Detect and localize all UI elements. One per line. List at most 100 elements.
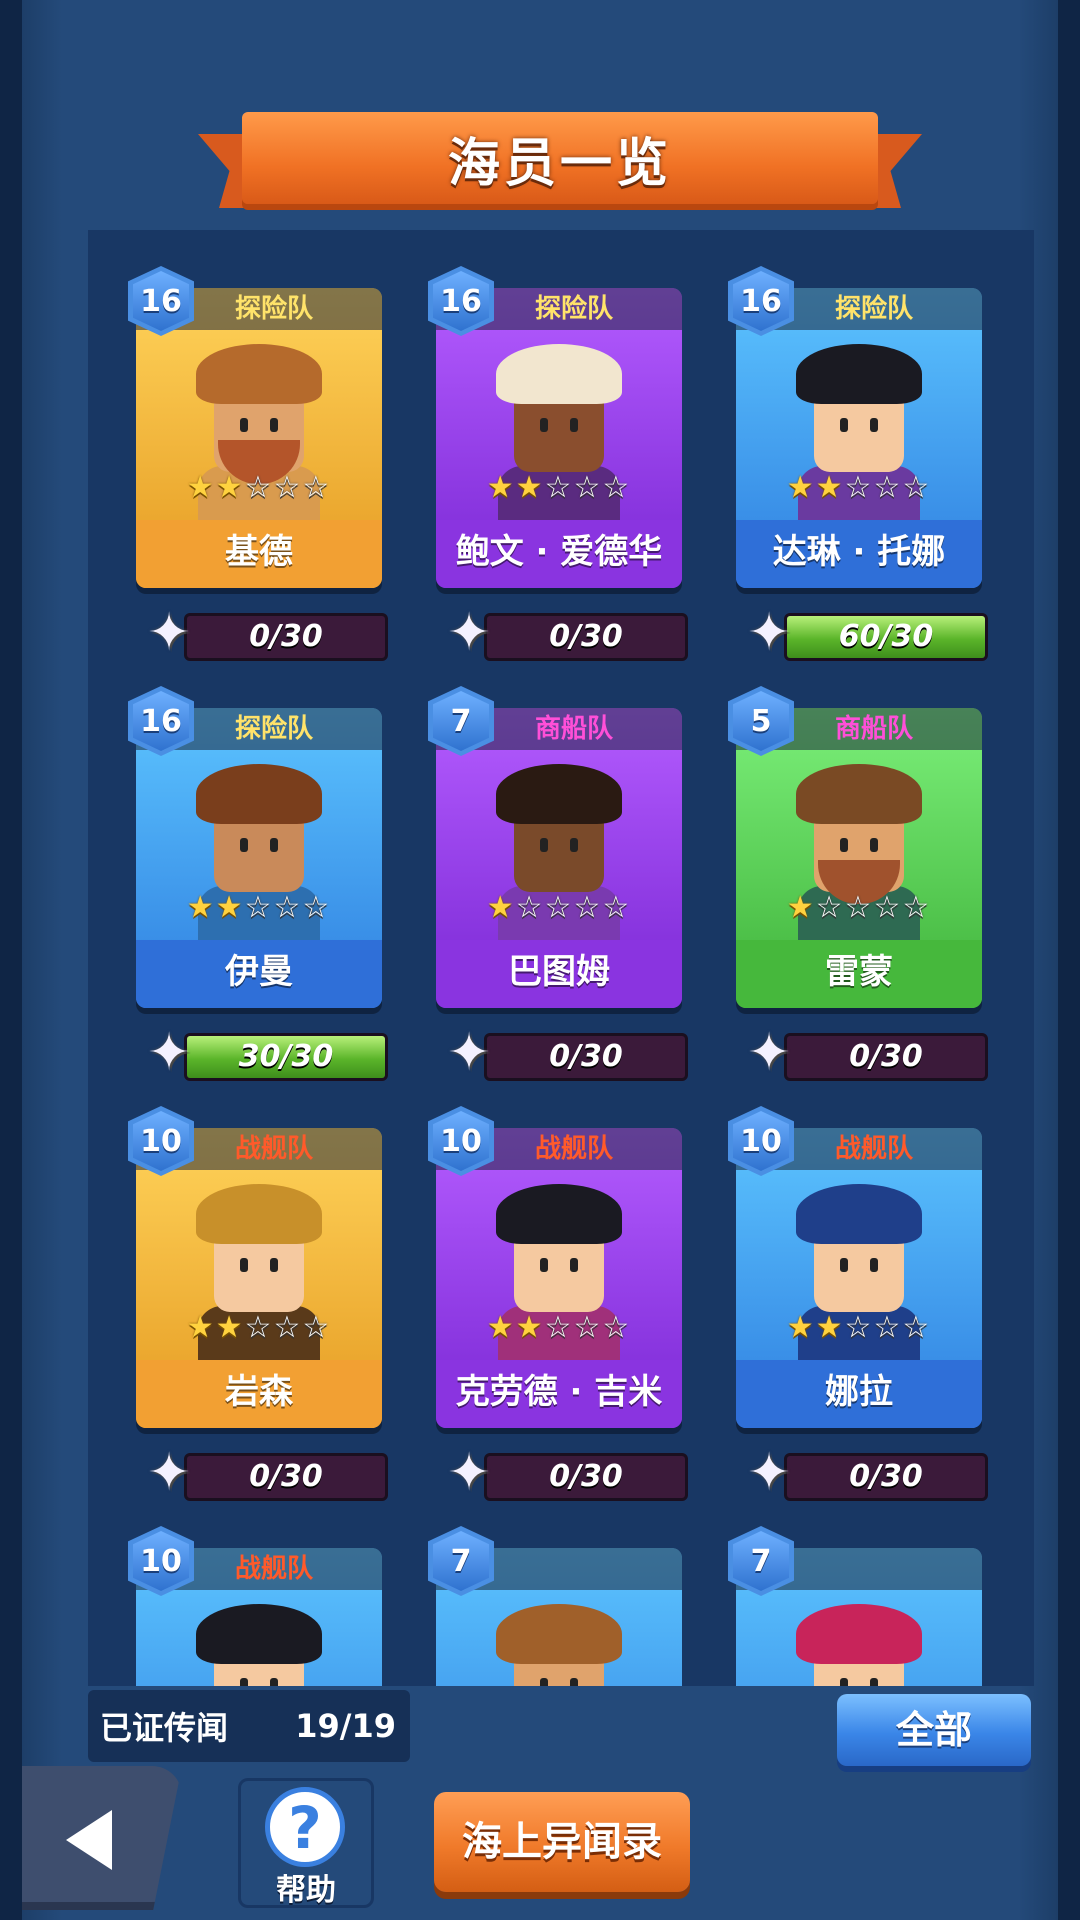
portrait-eye	[540, 418, 548, 432]
portrait-eye	[270, 1258, 278, 1272]
star-icon: ☆	[244, 1310, 274, 1345]
portrait-eye	[240, 1678, 248, 1686]
star-icon: ★	[815, 1310, 845, 1345]
portrait-eye	[270, 1678, 278, 1686]
crew-card[interactable]: 商船队 ★☆☆☆☆ 雷蒙 5 0/30 ✦	[728, 686, 988, 1108]
star-icon: ★	[815, 470, 845, 505]
puzzle-piece-icon: ✦	[147, 603, 191, 663]
help-label: 帮助	[276, 1873, 336, 1908]
help-button[interactable]: ? 帮助	[238, 1778, 374, 1908]
shard-progress-text: 0/30	[849, 1039, 923, 1074]
level-value: 7	[733, 1531, 789, 1591]
back-button[interactable]	[22, 1766, 182, 1910]
puzzle-piece-icon: ✦	[147, 1023, 191, 1083]
crew-portrait	[736, 1590, 982, 1686]
portrait-eye	[540, 838, 548, 852]
crew-card-frame: 战舰队 ★★☆☆☆ 克劳德 · 吉米	[436, 1128, 682, 1428]
portrait-eye	[570, 838, 578, 852]
crew-portrait	[436, 1590, 682, 1686]
crew-card-frame: 商船队 ★☆☆☆☆ 巴图姆	[436, 708, 682, 1008]
portrait-eye	[870, 838, 878, 852]
star-icon: ☆	[902, 470, 932, 505]
star-icon: ★	[486, 470, 516, 505]
shard-progress-text: 0/30	[549, 619, 623, 654]
portrait-hat	[496, 1184, 622, 1244]
shard-progress-text: 0/30	[849, 1459, 923, 1494]
star-icon: ☆	[244, 890, 274, 925]
shard-progress-bar: 30/30	[184, 1033, 388, 1081]
crew-name: 巴图姆	[436, 940, 682, 1008]
portrait-eye	[570, 418, 578, 432]
crew-name: 达琳 · 托娜	[736, 520, 982, 588]
portrait-eye	[240, 1258, 248, 1272]
filter-all-button[interactable]: 全部	[837, 1694, 1031, 1766]
level-value: 10	[733, 1111, 789, 1171]
level-value: 5	[733, 691, 789, 751]
crew-card-frame: 探险队 ★★☆☆☆ 鲍文 · 爱德华	[436, 288, 682, 588]
shard-progress-text: 0/30	[249, 1459, 323, 1494]
crew-card-frame: 探险队 ★★☆☆☆ 达琳 · 托娜	[736, 288, 982, 588]
star-icon: ☆	[873, 890, 903, 925]
portrait-hat	[496, 764, 622, 824]
shard-progress-text: 0/30	[549, 1039, 623, 1074]
crew-card[interactable]: 战舰队 ★★☆☆☆ 岩森 10 0/30 ✦	[128, 1106, 388, 1528]
star-rating: ★★☆☆☆	[436, 470, 682, 506]
level-value: 16	[433, 271, 489, 331]
puzzle-piece-icon: ✦	[747, 1443, 791, 1503]
crew-grid[interactable]: 探险队 ★★☆☆☆ 基德 16 0/30 ✦ 探险队 ★★☆☆☆ 鲍文 · 爱德华 16 0/30 ✦…	[88, 230, 1034, 1686]
crew-card[interactable]: 探险队 ★★☆☆☆ 达琳 · 托娜 16 60/30 ✦	[728, 266, 988, 688]
shard-progress-text: 60/30	[838, 619, 934, 654]
level-value: 16	[133, 271, 189, 331]
crew-card[interactable]: 战舰队 ★★☆☆☆ 娜拉 10 0/30 ✦	[728, 1106, 988, 1528]
shard-progress-bar: 0/30	[784, 1453, 988, 1501]
portrait-eye	[870, 418, 878, 432]
portrait-hat	[796, 1184, 922, 1244]
crew-card[interactable]: 探险队 ★★☆☆☆ 鲍文 · 爱德华 16 0/30 ✦	[428, 266, 688, 688]
star-icon: ☆	[573, 470, 603, 505]
star-icon: ★	[186, 890, 216, 925]
crew-card[interactable]: 7	[428, 1526, 686, 1686]
star-rating: ★☆☆☆☆	[436, 890, 682, 926]
portrait-hat	[796, 1604, 922, 1664]
rumor-counter-label: 已证传闻	[100, 1709, 229, 1747]
crew-card[interactable]: 战舰队 ★★☆☆☆ 克劳德 · 吉米 10 0/30 ✦	[428, 1106, 688, 1528]
star-icon: ★	[486, 890, 516, 925]
crew-card[interactable]: 7	[728, 1526, 986, 1686]
portrait-hat	[796, 344, 922, 404]
portrait-eye	[840, 1258, 848, 1272]
sea-log-button[interactable]: 海上异闻录	[434, 1792, 690, 1892]
game-screen: 海员一览 探险队 ★★☆☆☆ 基德 16 0/30 ✦ 探险队 ★★☆☆☆ 鲍文 · 爱德华 16…	[22, 0, 1058, 1920]
shard-progress-bar: 60/30	[784, 613, 988, 661]
puzzle-piece-icon: ✦	[447, 1023, 491, 1083]
portrait-eye	[240, 418, 248, 432]
question-mark-icon: ?	[265, 1787, 345, 1867]
puzzle-piece-icon: ✦	[747, 1023, 791, 1083]
star-icon: ★	[786, 470, 816, 505]
portrait-eye	[270, 418, 278, 432]
star-icon: ★	[215, 1310, 245, 1345]
star-icon: ★	[786, 890, 816, 925]
shard-progress-bar: 0/30	[784, 1033, 988, 1081]
crew-card[interactable]: 战舰队 10	[128, 1526, 386, 1686]
portrait-eye	[570, 1678, 578, 1686]
portrait-eye	[870, 1678, 878, 1686]
star-icon: ★	[515, 470, 545, 505]
level-value: 10	[133, 1111, 189, 1171]
portrait-hat	[496, 1604, 622, 1664]
star-rating: ★★☆☆☆	[136, 470, 382, 506]
back-arrow-icon	[66, 1810, 112, 1870]
crew-card[interactable]: 探险队 ★★☆☆☆ 伊曼 16 30/30 ✦	[128, 686, 388, 1108]
crew-card[interactable]: 商船队 ★☆☆☆☆ 巴图姆 7 0/30 ✦	[428, 686, 688, 1108]
star-icon: ☆	[302, 470, 332, 505]
crew-name: 鲍文 · 爱德华	[436, 520, 682, 588]
star-icon: ☆	[902, 890, 932, 925]
portrait-eye	[570, 1258, 578, 1272]
puzzle-piece-icon: ✦	[447, 603, 491, 663]
shard-progress-bar: 0/30	[484, 1453, 688, 1501]
portrait-eye	[270, 838, 278, 852]
crew-card[interactable]: 探险队 ★★☆☆☆ 基德 16 0/30 ✦	[128, 266, 388, 688]
portrait-eye	[870, 1258, 878, 1272]
level-value: 7	[433, 1531, 489, 1591]
star-icon: ☆	[844, 1310, 874, 1345]
star-icon: ★	[215, 470, 245, 505]
